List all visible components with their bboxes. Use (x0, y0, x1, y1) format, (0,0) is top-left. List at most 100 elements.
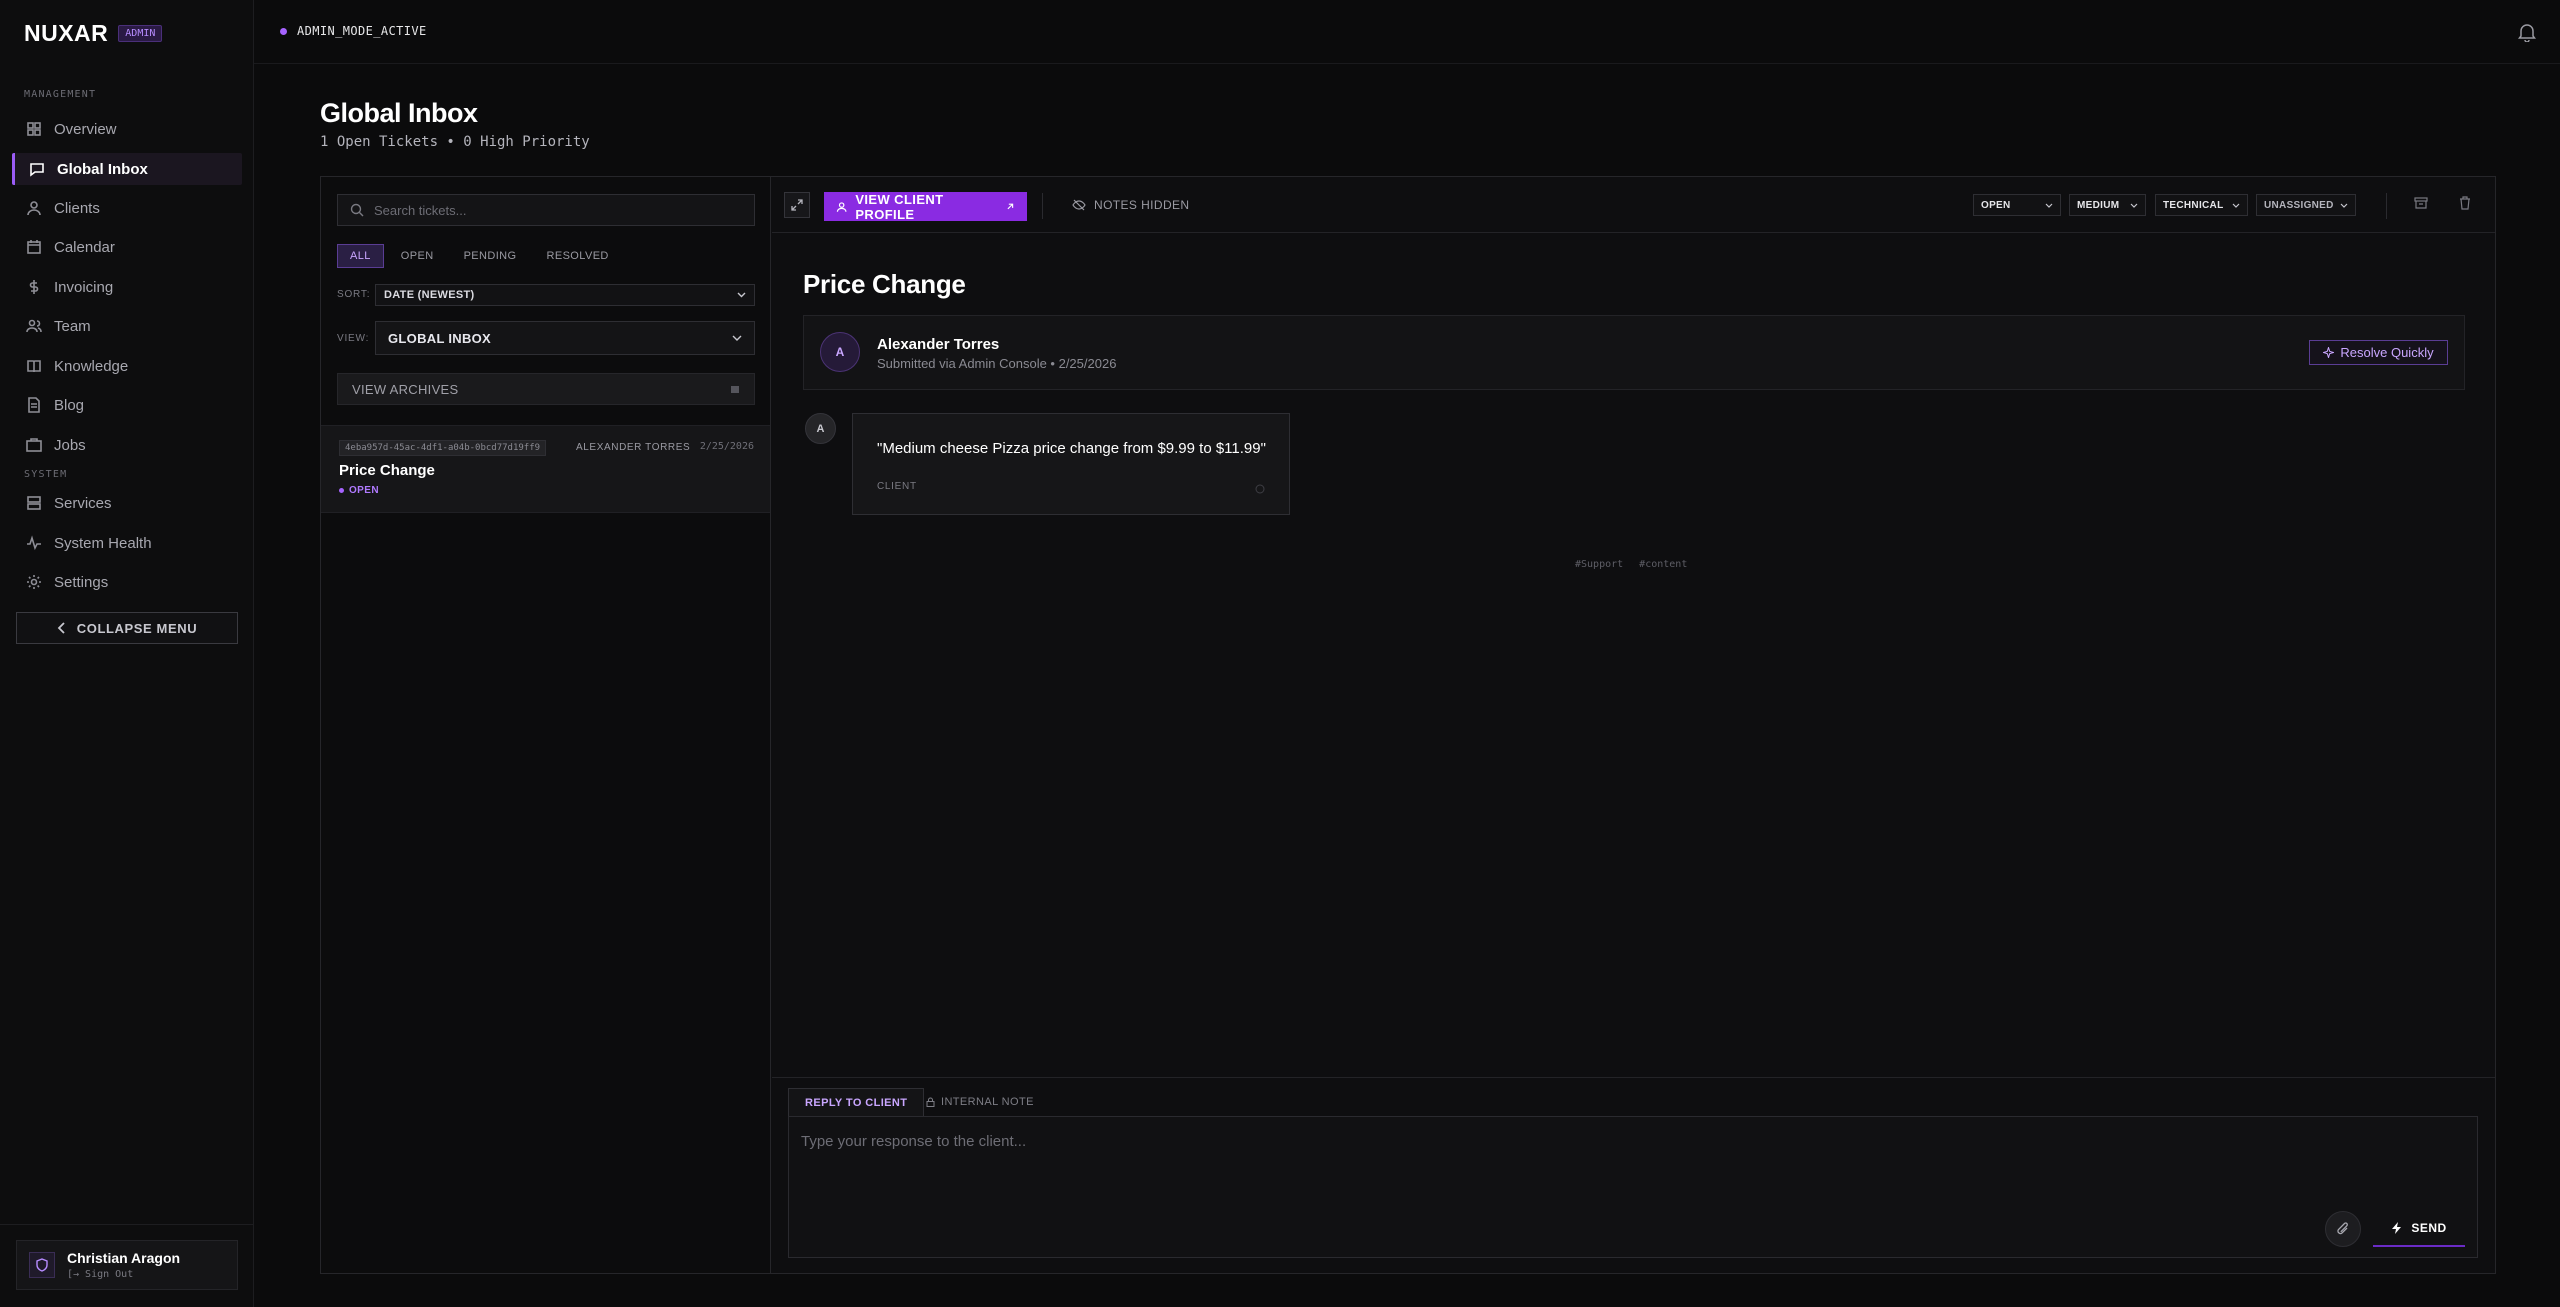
avatar: A (820, 332, 860, 372)
filter-resolved[interactable]: RESOLVED (533, 244, 621, 268)
search-input[interactable] (374, 202, 734, 218)
sort-value: DATE (NEWEST) (384, 289, 475, 301)
ticket-id: 4eba957d-45ac-4df1-a04b-0bcd77d19ff9 (339, 440, 547, 456)
document-icon (28, 397, 40, 413)
avatar: A (805, 413, 836, 444)
sidebar-item-clients[interactable]: Clients (12, 192, 242, 224)
sort-label: SORT: (337, 289, 371, 300)
sort-select[interactable]: DATE (NEWEST) (375, 284, 755, 306)
eye-off-icon (1072, 199, 1086, 211)
tab-internal-note-label: INTERNAL NOTE (941, 1096, 1034, 1108)
sidebar-item-knowledge[interactable]: Knowledge (12, 350, 242, 382)
chevron-down-icon (2340, 203, 2348, 208)
sidebar-item-global-inbox[interactable]: Global Inbox (12, 153, 242, 185)
chevron-down-icon (2130, 203, 2138, 208)
tag[interactable]: #Support (1575, 559, 1623, 570)
sidebar-item-label: Invoicing (54, 278, 114, 296)
dollar-icon (29, 280, 39, 294)
page-subtitle: 1 Open Tickets • 0 High Priority (320, 134, 590, 150)
section-label-management: MANAGEMENT (24, 89, 97, 100)
view-archives-button[interactable]: VIEW ARCHIVES (337, 373, 755, 405)
assignee-dropdown[interactable]: UNASSIGNED (2256, 194, 2356, 216)
collapse-menu-button[interactable]: COLLAPSE MENU (16, 612, 238, 644)
shield-icon (36, 1258, 48, 1272)
view-archives-label: VIEW ARCHIVES (352, 381, 459, 397)
sidebar-item-team[interactable]: Team (12, 310, 242, 342)
sidebar-item-label: System Health (54, 534, 152, 552)
sidebar-item-calendar[interactable]: Calendar (12, 231, 242, 263)
assignee-dropdown-value: UNASSIGNED (2264, 199, 2334, 211)
sidebar-item-system-health[interactable]: System Health (12, 527, 242, 559)
chevron-down-icon (732, 335, 742, 341)
external-link-icon (1007, 203, 1014, 210)
sidebar-item-blog[interactable]: Blog (12, 389, 242, 421)
sign-out-link[interactable]: [→ Sign Out (67, 1269, 180, 1280)
priority-dropdown-value: MEDIUM (2077, 199, 2120, 211)
topbar: ADMIN_MODE_ACTIVE (254, 0, 2560, 64)
message-bubble: "Medium cheese Pizza price change from $… (852, 413, 1290, 515)
resolve-quickly-label: Resolve Quickly (2340, 345, 2434, 360)
filter-all[interactable]: ALL (337, 244, 384, 268)
status-dot (339, 488, 344, 493)
status-badge: OPEN (339, 485, 379, 496)
search-icon (350, 203, 364, 217)
sidebar-item-label: Jobs (54, 436, 86, 454)
view-value: GLOBAL INBOX (388, 330, 492, 346)
message-text: "Medium cheese Pizza price change from $… (877, 440, 1266, 457)
sidebar-item-settings[interactable]: Settings (12, 566, 242, 598)
sidebar-item-label: Blog (54, 396, 85, 414)
view-select[interactable]: GLOBAL INBOX (375, 321, 755, 355)
sidebar-item-label: Team (54, 317, 91, 335)
tab-internal-note[interactable]: INTERNAL NOTE (910, 1088, 1050, 1116)
lock-icon (926, 1097, 935, 1107)
calendar-icon (27, 240, 41, 254)
sidebar-item-overview[interactable]: Overview (12, 113, 242, 145)
ticket-date: 2/25/2026 (699, 441, 754, 452)
toolbar-divider (1042, 193, 1043, 219)
sidebar-item-services[interactable]: Services (12, 487, 242, 519)
send-button[interactable]: SEND (2373, 1211, 2465, 1247)
users-icon (26, 319, 42, 333)
priority-dropdown[interactable]: MEDIUM (2069, 194, 2146, 216)
status-dropdown[interactable]: OPEN (1973, 194, 2061, 216)
archive-icon (2414, 197, 2428, 209)
notifications-button[interactable] (2518, 22, 2536, 47)
sidebar-item-label: Overview (54, 120, 117, 138)
admin-mode-indicator: ADMIN_MODE_ACTIVE (280, 24, 427, 38)
admin-mode-label: ADMIN_MODE_ACTIVE (297, 24, 427, 38)
notes-toggle[interactable]: NOTES HIDDEN (1072, 198, 1189, 212)
list-item[interactable]: 4eba957d-45ac-4df1-a04b-0bcd77d19ff9 ALE… (321, 425, 770, 513)
resolve-quickly-button[interactable]: Resolve Quickly (2309, 340, 2448, 365)
tab-reply-to-client[interactable]: REPLY TO CLIENT (788, 1088, 925, 1116)
search-box[interactable] (337, 194, 755, 226)
archive-ticket-button[interactable] (2414, 196, 2428, 215)
inbox-panel: ALL OPEN PENDING RESOLVED SORT: DATE (NE… (320, 176, 2496, 1274)
filter-open[interactable]: OPEN (388, 244, 447, 268)
user-card[interactable]: Christian Aragon [→ Sign Out (16, 1240, 238, 1290)
archive-icon (731, 386, 739, 393)
bell-icon (2518, 24, 2536, 43)
view-client-profile-button[interactable]: VIEW CLIENT PROFILE (824, 191, 1027, 222)
attach-button[interactable] (2325, 1211, 2361, 1247)
sidebar-item-label: Clients (54, 199, 100, 217)
expand-button[interactable] (784, 192, 810, 218)
status-dot (280, 27, 287, 35)
sidebar-item-invoicing[interactable]: Invoicing (12, 271, 242, 303)
brand[interactable]: NUXAR ADMIN (24, 20, 163, 47)
ticket-title: Price Change (339, 462, 435, 479)
user-icon (27, 201, 41, 216)
user-icon (836, 201, 847, 212)
notes-hidden-label: NOTES HIDDEN (1094, 198, 1190, 212)
briefcase-icon (26, 438, 42, 452)
submitter-meta: Submitted via Admin Console • 2/25/2026 (877, 356, 1117, 371)
category-dropdown[interactable]: TECHNICAL (2155, 194, 2248, 216)
tag[interactable]: #content (1639, 559, 1687, 570)
view-client-profile-label: VIEW CLIENT PROFILE (855, 191, 944, 222)
reply-box: SEND (788, 1116, 2478, 1258)
filter-pending[interactable]: PENDING (451, 244, 530, 268)
lightning-icon (2392, 1222, 2402, 1234)
ticket-status-label: OPEN (349, 485, 379, 496)
sidebar-item-jobs[interactable]: Jobs (12, 429, 242, 461)
delete-ticket-button[interactable] (2458, 196, 2472, 215)
reply-textarea[interactable] (801, 1133, 2401, 1193)
